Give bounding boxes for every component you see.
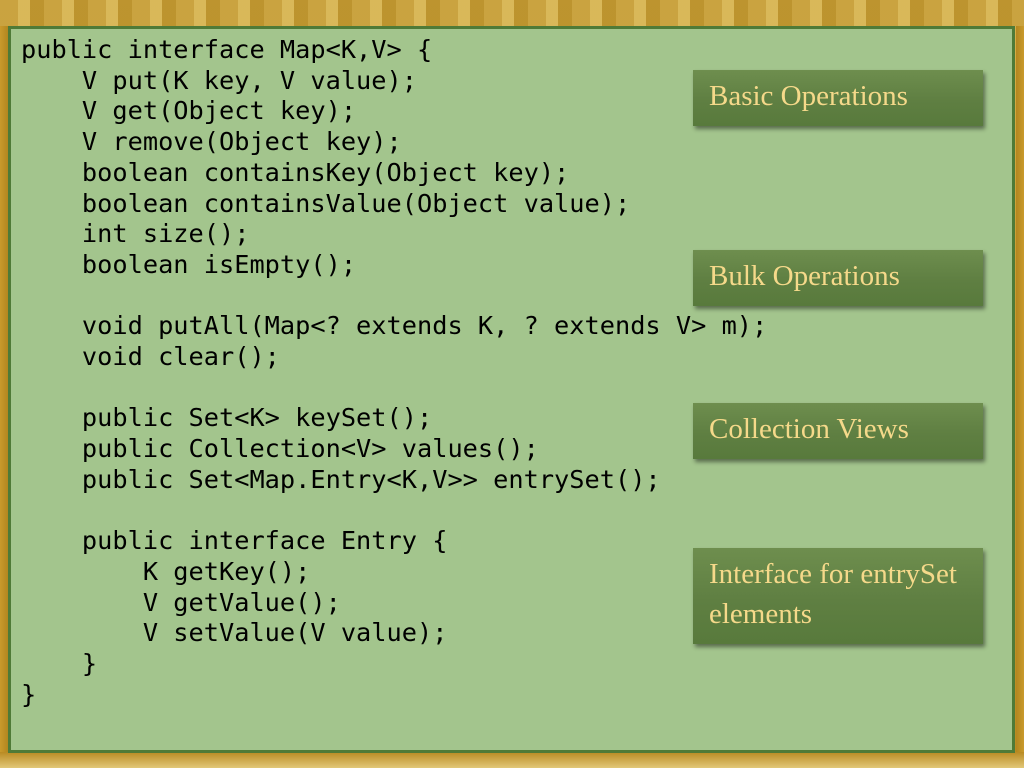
code-line: public Collection<V> values(); (21, 434, 539, 464)
code-line: } (21, 649, 98, 679)
code-line: void putAll(Map<? extends K, ? extends V… (21, 311, 768, 341)
entry-interface-label: Interface for entrySet elements (693, 548, 983, 644)
code-line: K getKey(); (21, 556, 311, 586)
code-line: void clear(); (21, 342, 280, 372)
code-line: V getValue(); (21, 587, 341, 617)
decorative-left-border (0, 26, 8, 752)
code-line: public Set<K> keySet(); (21, 403, 433, 433)
code-line: V put(K key, V value); (21, 65, 417, 95)
code-block: public interface Map<K,V> { V put(K key,… (21, 35, 767, 710)
code-line: V remove(Object key); (21, 127, 402, 157)
code-line: boolean containsValue(Object value); (21, 188, 631, 218)
code-line: int size(); (21, 219, 250, 249)
slide-panel: public interface Map<K,V> { V put(K key,… (8, 26, 1015, 753)
code-line: V setValue(V value); (21, 618, 448, 648)
code-line: } (21, 679, 37, 709)
decorative-right-border (1016, 26, 1024, 752)
code-line: V get(Object key); (21, 96, 357, 126)
code-line: boolean isEmpty(); (21, 249, 357, 279)
bulk-operations-label: Bulk Operations (693, 250, 983, 306)
decorative-bottom-border (0, 752, 1024, 768)
basic-operations-label: Basic Operations (693, 70, 983, 126)
collection-views-label: Collection Views (693, 403, 983, 459)
code-line: boolean containsKey(Object key); (21, 157, 570, 187)
code-line: public Set<Map.Entry<K,V>> entrySet(); (21, 464, 661, 494)
decorative-top-border (0, 0, 1024, 26)
code-line: public interface Entry { (21, 526, 448, 556)
code-line: public interface Map<K,V> { (21, 35, 433, 64)
